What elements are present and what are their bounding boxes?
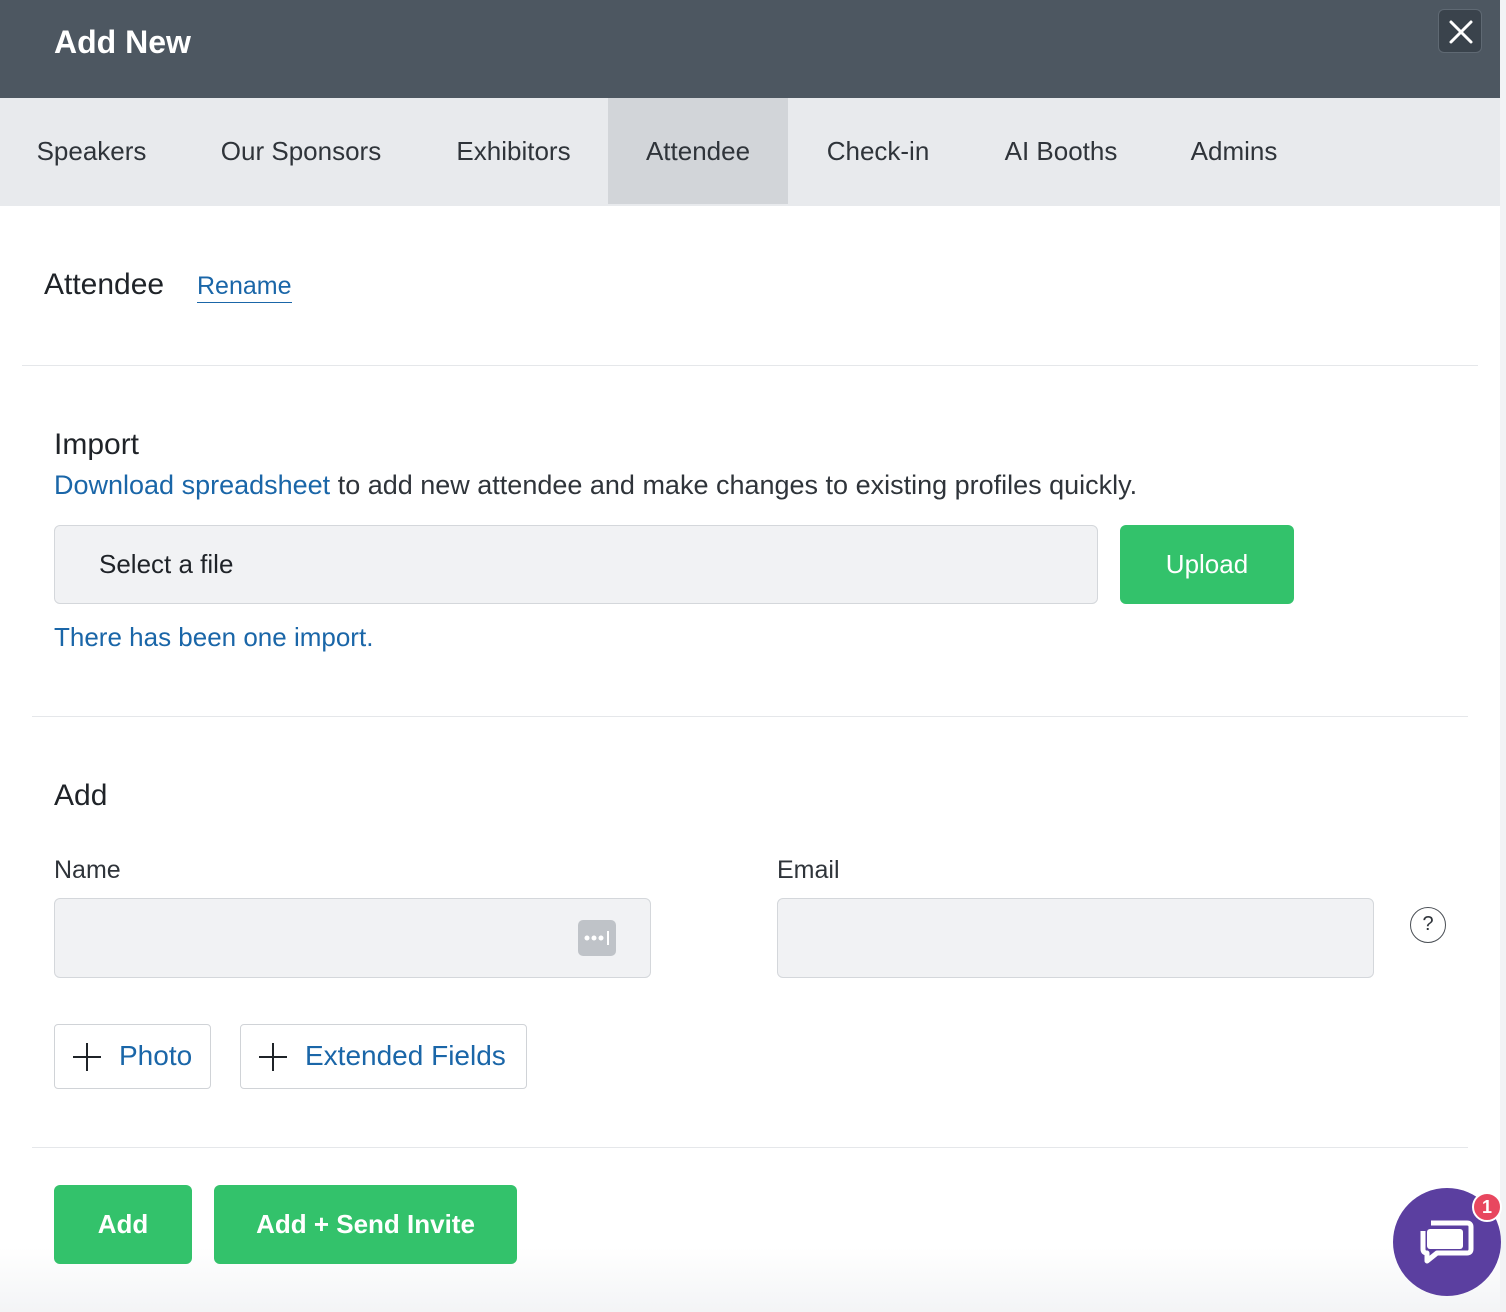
help-icon[interactable]: ?	[1410, 907, 1446, 943]
close-button[interactable]	[1438, 9, 1482, 53]
tab-admins[interactable]: Admins	[1154, 98, 1314, 204]
chat-icon	[1420, 1220, 1474, 1264]
plus-icon	[73, 1043, 101, 1071]
notification-badge: 1	[1472, 1192, 1502, 1222]
add-send-invite-button[interactable]: Add + Send Invite	[214, 1185, 517, 1264]
upload-button[interactable]: Upload	[1120, 525, 1294, 604]
import-description: Download spreadsheet to add new attendee…	[54, 470, 1137, 501]
tab-attendee[interactable]: Attendee	[608, 98, 788, 204]
download-spreadsheet-link[interactable]: Download spreadsheet	[54, 470, 330, 500]
plus-icon	[259, 1043, 287, 1071]
add-photo-button[interactable]: Photo	[54, 1024, 211, 1089]
import-description-text: to add new attendee and make changes to …	[330, 470, 1138, 500]
divider	[22, 365, 1478, 366]
name-label: Name	[54, 856, 121, 884]
tab-our-sponsors[interactable]: Our Sponsors	[183, 98, 419, 204]
email-input[interactable]	[777, 898, 1374, 978]
scrollbar-track	[1500, 0, 1506, 1312]
photo-label: Photo	[119, 1040, 193, 1071]
modal-header: Add New	[0, 0, 1500, 98]
extended-fields-label: Extended Fields	[305, 1040, 506, 1071]
tab-bar: Speakers Our Sponsors Exhibitors Attende…	[0, 98, 1500, 206]
add-section-title: Add	[54, 779, 108, 812]
import-history-link[interactable]: There has been one import.	[54, 622, 373, 653]
tab-exhibitors[interactable]: Exhibitors	[419, 98, 608, 204]
tab-check-in[interactable]: Check-in	[788, 98, 968, 204]
divider	[32, 716, 1468, 717]
name-input[interactable]	[54, 898, 651, 978]
import-title: Import	[54, 428, 140, 461]
file-select-input[interactable]: Select a file	[54, 525, 1098, 604]
add-button[interactable]: Add	[54, 1185, 192, 1264]
section-title: Attendee	[44, 268, 165, 301]
tab-speakers[interactable]: Speakers	[0, 98, 183, 204]
rename-link[interactable]: Rename	[197, 272, 292, 303]
extended-fields-button[interactable]: Extended Fields	[240, 1024, 527, 1089]
divider	[32, 1147, 1468, 1148]
email-label: Email	[777, 856, 840, 884]
close-icon	[1449, 20, 1473, 44]
password-manager-icon[interactable]	[578, 920, 616, 956]
modal-title: Add New	[54, 24, 191, 60]
tab-ai-booths[interactable]: AI Booths	[968, 98, 1154, 204]
